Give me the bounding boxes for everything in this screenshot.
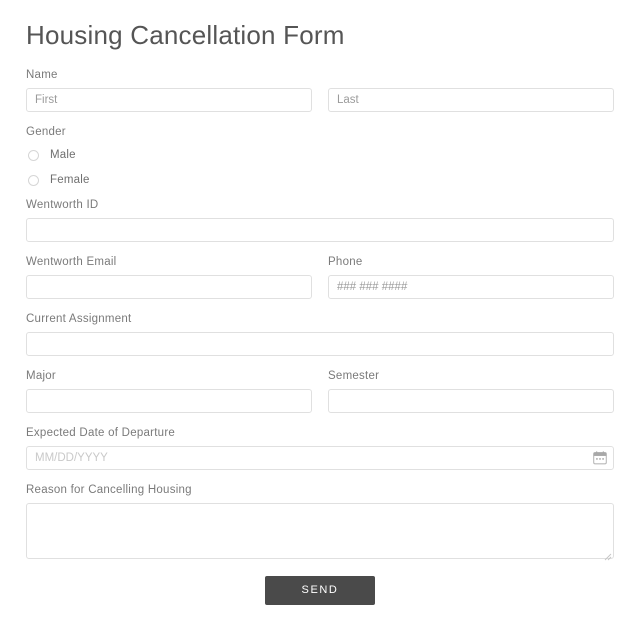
row-email-phone: Wentworth Email Phone xyxy=(26,255,614,299)
page-title: Housing Cancellation Form xyxy=(26,20,345,50)
field-departure-date: Expected Date of Departure xyxy=(26,426,614,470)
reason-textarea[interactable] xyxy=(26,503,614,559)
radio-label-female: Female xyxy=(50,174,90,186)
name-label: Name xyxy=(26,69,58,81)
field-wentworth-email: Wentworth Email xyxy=(26,255,312,299)
field-gender: Gender Male Female xyxy=(26,125,614,188)
field-wentworth-id: Wentworth ID xyxy=(26,198,614,242)
wentworth-email-label: Wentworth Email xyxy=(26,256,117,268)
departure-date-label: Expected Date of Departure xyxy=(26,427,176,439)
semester-input[interactable] xyxy=(328,389,614,413)
reason-wrap xyxy=(26,503,614,561)
reason-label: Reason for Cancelling Housing xyxy=(26,484,192,496)
major-label: Major xyxy=(26,370,57,382)
current-assignment-label: Current Assignment xyxy=(26,313,132,325)
current-assignment-input[interactable] xyxy=(26,332,614,356)
field-reason: Reason for Cancelling Housing xyxy=(26,483,614,561)
last-name-col xyxy=(328,88,614,112)
form-fields: Name Gender Male Female xyxy=(0,68,640,605)
wentworth-email-input[interactable] xyxy=(26,275,312,299)
radio-circle-icon[interactable] xyxy=(28,174,39,186)
wentworth-id-input[interactable] xyxy=(26,218,614,242)
radio-option-male[interactable]: Male xyxy=(26,147,614,163)
phone-label: Phone xyxy=(328,256,363,268)
field-phone: Phone xyxy=(328,255,614,299)
first-name-col xyxy=(26,88,312,112)
housing-cancellation-form: Housing Cancellation Form Name Gender Ma… xyxy=(0,0,640,640)
wentworth-id-label: Wentworth ID xyxy=(26,199,99,211)
field-current-assignment: Current Assignment xyxy=(26,312,614,356)
radio-label-male: Male xyxy=(50,149,76,161)
departure-date-input[interactable] xyxy=(26,446,614,470)
submit-row: SEND xyxy=(26,576,614,605)
major-input[interactable] xyxy=(26,389,312,413)
last-name-input[interactable] xyxy=(328,88,614,112)
row-major-semester: Major Semester xyxy=(26,369,614,413)
field-name: Name xyxy=(26,68,614,112)
semester-label: Semester xyxy=(328,370,380,382)
phone-input[interactable] xyxy=(328,275,614,299)
radio-option-female[interactable]: Female xyxy=(26,172,614,188)
send-button[interactable]: SEND xyxy=(265,576,375,605)
field-semester: Semester xyxy=(328,369,614,413)
name-row xyxy=(26,88,614,112)
departure-date-wrap xyxy=(26,446,614,470)
first-name-input[interactable] xyxy=(26,88,312,112)
field-major: Major xyxy=(26,369,312,413)
radio-circle-icon[interactable] xyxy=(28,149,39,161)
gender-label: Gender xyxy=(26,126,66,138)
